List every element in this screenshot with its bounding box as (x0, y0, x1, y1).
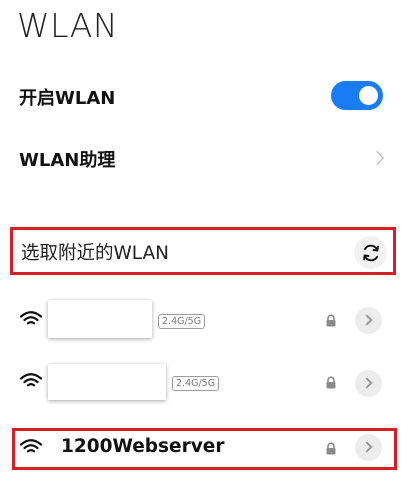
lock-icon (326, 442, 336, 455)
wlan-toggle-row[interactable]: 开启WLAN (0, 72, 410, 120)
wifi-icon (19, 311, 43, 325)
network-detail-button[interactable] (355, 434, 382, 461)
page-title: WLAN (17, 6, 119, 45)
network-item[interactable]: 2.4G/5G (0, 360, 410, 406)
band-tag: 2.4G/5G (172, 376, 220, 391)
chevron-right-icon (361, 377, 373, 389)
toggle-knob (359, 86, 378, 105)
wlan-assistant-label: WLAN助理 (19, 150, 116, 171)
wlan-toggle-switch[interactable] (331, 81, 383, 110)
band-tag: 2.4G/5G (158, 314, 206, 329)
section-label: 选取附近的WLAN (21, 243, 170, 264)
wlan-toggle-label: 开启WLAN (19, 88, 116, 109)
network-detail-button[interactable] (355, 370, 382, 397)
nearby-wlan-section: 选取附近的WLAN (10, 227, 396, 275)
refresh-icon (362, 244, 379, 261)
wifi-icon (19, 373, 43, 387)
wlan-assistant-row[interactable]: WLAN助理 (0, 134, 410, 182)
chevron-right-icon (361, 314, 373, 326)
wifi-icon (19, 439, 43, 453)
chevron-right-icon (361, 441, 373, 453)
refresh-button[interactable] (354, 236, 387, 269)
lock-icon (326, 376, 336, 389)
redacted-ssid (48, 364, 166, 400)
network-item[interactable]: 2.4G/5G (0, 298, 410, 344)
redacted-ssid (48, 300, 152, 338)
network-ssid: 1200Webserver (61, 436, 225, 457)
chevron-right-icon (369, 150, 385, 166)
lock-icon (326, 314, 336, 327)
network-detail-button[interactable] (355, 307, 382, 334)
